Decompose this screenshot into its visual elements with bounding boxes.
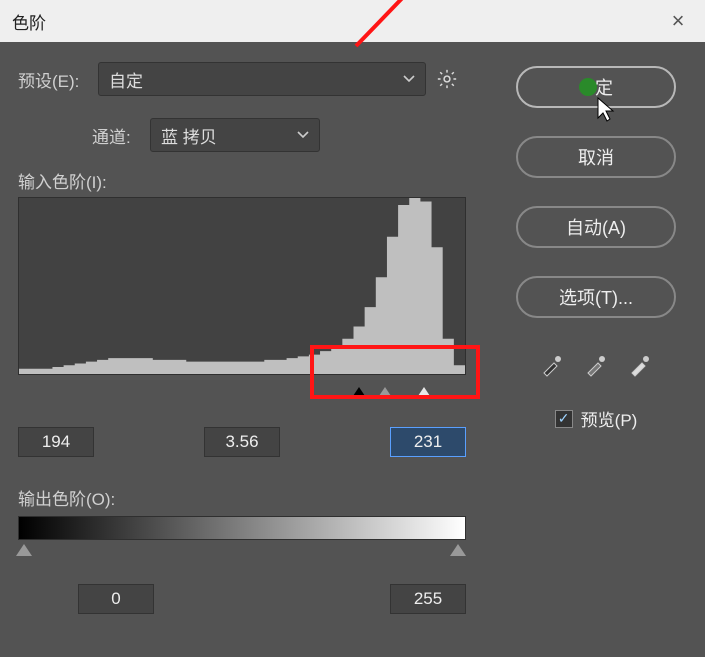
chevron-down-icon — [403, 75, 415, 83]
output-black-slider[interactable] — [16, 544, 32, 556]
preview-checkbox[interactable]: ✓ — [555, 410, 573, 428]
levels-dialog: 色阶 × 预设(E): 自定 通道: 蓝 拷贝 — [0, 0, 705, 657]
output-white-slider[interactable] — [450, 544, 466, 556]
auto-label: 自动(A) — [566, 214, 626, 240]
input-values-row: 194 3.56 231 — [18, 427, 466, 457]
output-white-value[interactable]: 255 — [390, 584, 466, 614]
preview-row: ✓ 预览(P) — [555, 406, 638, 431]
options-label: 选项(T)... — [559, 284, 633, 310]
output-slider-track[interactable] — [18, 542, 466, 562]
auto-button[interactable]: 自动(A) — [516, 206, 676, 248]
titlebar[interactable]: 色阶 × — [0, 0, 705, 42]
input-black-value[interactable]: 194 — [18, 427, 94, 457]
cancel-label: 取消 — [578, 144, 614, 170]
histogram-wrap — [18, 197, 466, 383]
eyedropper-white-icon[interactable] — [627, 352, 653, 378]
annotation-red-box — [310, 345, 480, 399]
options-button[interactable]: 选项(T)... — [516, 276, 676, 318]
channel-select[interactable]: 蓝 拷贝 — [150, 118, 320, 152]
preset-select[interactable]: 自定 — [98, 62, 426, 96]
output-levels-label: 输出色阶(O): — [18, 485, 687, 510]
eyedropper-gray-icon[interactable] — [583, 352, 609, 378]
channel-label: 通道: — [92, 123, 150, 148]
eyedropper-black-icon[interactable] — [539, 352, 565, 378]
chevron-down-icon — [297, 131, 309, 139]
cursor-icon — [596, 96, 616, 122]
channel-value: 蓝 拷贝 — [161, 123, 217, 148]
close-icon[interactable]: × — [663, 8, 693, 34]
gear-icon[interactable] — [436, 68, 458, 90]
preview-label: 预览(P) — [581, 406, 638, 431]
output-black-value[interactable]: 0 — [78, 584, 154, 614]
ok-button[interactable]: 定 — [516, 66, 676, 108]
eyedropper-group — [539, 352, 653, 378]
input-gamma-value[interactable]: 3.56 — [204, 427, 280, 457]
dialog-title: 色阶 — [12, 9, 46, 34]
right-column: 定 取消 自动(A) 选项(T)... ✓ 预览(P) — [511, 66, 681, 431]
preset-value: 自定 — [109, 67, 143, 92]
preset-label: 预设(E): — [18, 67, 98, 92]
output-gradient[interactable] — [18, 516, 466, 540]
output-values-row: 0 255 — [18, 584, 466, 614]
cancel-button[interactable]: 取消 — [516, 136, 676, 178]
input-white-value[interactable]: 231 — [390, 427, 466, 457]
